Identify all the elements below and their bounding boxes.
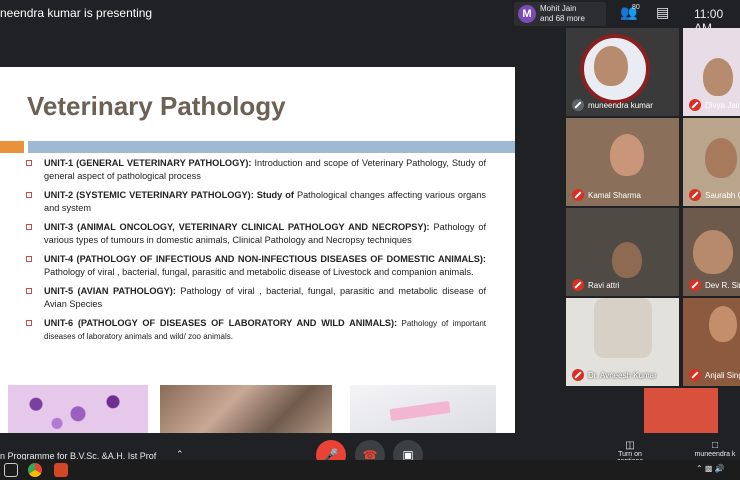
accent-bar-blue <box>28 141 515 153</box>
participant-name: muneendra kumar <box>588 101 653 110</box>
list-item: UNIT-5 (AVIAN PATHOLOGY): Pathology of v… <box>26 285 486 311</box>
unit-heading: UNIT-2 (SYSTEMIC VETERINARY PATHOLOGY): … <box>44 190 294 200</box>
chrome-icon[interactable] <box>28 463 42 477</box>
unit-heading: UNIT-3 (ANIMAL ONCOLOGY, VETERINARY CLIN… <box>44 222 430 232</box>
participant-tile[interactable]: Kamal Sharma <box>566 118 679 206</box>
bullet-icon <box>26 320 32 326</box>
present-button[interactable]: □ muneendra k <box>690 440 740 458</box>
person-face <box>594 46 628 86</box>
list-item: UNIT-6 (PATHOLOGY OF DISEASES OF LABORAT… <box>26 317 486 343</box>
meet-window: neendra kumar is presenting M Mohit Jain… <box>0 0 740 480</box>
mic-off-icon <box>572 279 584 291</box>
mic-icon <box>572 99 584 111</box>
participant-name: Kamal Sharma <box>588 191 641 200</box>
participant-name: Saurabh Ch <box>705 191 740 200</box>
person-face <box>693 230 733 274</box>
unit-heading: UNIT-5 (AVIAN PATHOLOGY): <box>44 286 176 296</box>
person-face <box>610 134 644 176</box>
participant-tile[interactable]: Saurabh Ch <box>683 118 740 206</box>
presenting-label: neendra kumar is presenting <box>0 6 153 20</box>
present-icon: □ <box>711 440 719 451</box>
chevron-up-icon[interactable]: ⌃ <box>176 449 184 460</box>
bullet-icon <box>26 288 32 294</box>
cytology-image <box>8 385 148 433</box>
slide-title: Veterinary Pathology <box>27 91 286 121</box>
system-tray: ⌃ ▩ 🔊 <box>696 464 725 473</box>
participant-name: Anjali Singh <box>705 371 740 380</box>
bullet-icon <box>26 192 32 198</box>
participant-name: Divya Jain <box>705 101 740 110</box>
participant-more: and 68 more <box>540 14 585 23</box>
participant-name: Dr. Avneesh Kumar <box>588 371 657 380</box>
unit-heading: UNIT-4 (PATHOLOGY OF INFECTIOUS AND NON-… <box>44 254 486 264</box>
avatar: M <box>518 5 536 23</box>
unit-body: Pathology of viral , bacterial, fungal, … <box>44 267 474 277</box>
necropsy-image <box>160 385 332 433</box>
person-face <box>703 58 733 96</box>
participant-name: Ravi attri <box>588 281 620 290</box>
person-face <box>709 306 737 342</box>
mic-off-icon <box>572 369 584 381</box>
list-item: UNIT-2 (SYSTEMIC VETERINARY PATHOLOGY): … <box>26 189 486 215</box>
participant-name: Mohit Jain <box>540 4 577 13</box>
participant-tile[interactable]: Ravi attri <box>566 208 679 296</box>
presentation-slide: Veterinary Pathology UNIT-1 (GENERAL VET… <box>0 67 515 433</box>
captions-icon: ◫ <box>625 440 635 451</box>
mic-off-icon <box>689 279 701 291</box>
present-label: muneendra k <box>694 451 736 458</box>
participant-tile[interactable]: muneendra kumar <box>566 28 679 116</box>
mic-off-icon <box>689 369 701 381</box>
list-item: UNIT-3 (ANIMAL ONCOLOGY, VETERINARY CLIN… <box>26 221 486 247</box>
powerpoint-icon[interactable] <box>54 463 68 477</box>
mic-off-icon <box>689 99 701 111</box>
list-item: UNIT-4 (PATHOLOGY OF INFECTIOUS AND NON-… <box>26 253 486 279</box>
unit-list: UNIT-1 (GENERAL VETERINARY PATHOLOGY): I… <box>26 157 486 349</box>
participants-chip[interactable]: M Mohit Jain and 68 more <box>514 2 606 26</box>
participant-tile[interactable]: Dr. Avneesh Kumar <box>566 298 679 386</box>
unit-heading: UNIT-6 (PATHOLOGY OF DISEASES OF LABORAT… <box>44 318 398 328</box>
participant-tile[interactable]: Dev R. Singh <box>683 208 740 296</box>
background-wall <box>594 298 652 358</box>
bullet-icon <box>26 224 32 230</box>
person-face <box>705 138 737 178</box>
participant-tile[interactable]: Anjali Singh <box>683 298 740 386</box>
chat-icon[interactable]: ▤ <box>656 4 669 21</box>
participant-tile[interactable] <box>644 388 718 433</box>
bullet-icon <box>26 160 32 166</box>
bullet-icon <box>26 256 32 262</box>
participants-chip-text: Mohit Jain and 68 more <box>540 4 585 24</box>
taskbar: ⌃ ▩ 🔊 <box>0 460 740 480</box>
participant-name: Dev R. Singh <box>705 281 740 290</box>
participant-count: 80 <box>632 4 640 11</box>
list-item: UNIT-1 (GENERAL VETERINARY PATHOLOGY): I… <box>26 157 486 183</box>
accent-bar <box>0 141 24 153</box>
top-bar: neendra kumar is presenting M Mohit Jain… <box>0 0 740 35</box>
mic-off-icon <box>572 189 584 201</box>
unit-heading: UNIT-1 (GENERAL VETERINARY PATHOLOGY): <box>44 158 252 168</box>
person-face <box>612 242 642 278</box>
task-view-icon[interactable] <box>4 463 18 477</box>
mic-off-icon <box>689 189 701 201</box>
participant-tile[interactable]: Divya Jain <box>683 28 740 116</box>
